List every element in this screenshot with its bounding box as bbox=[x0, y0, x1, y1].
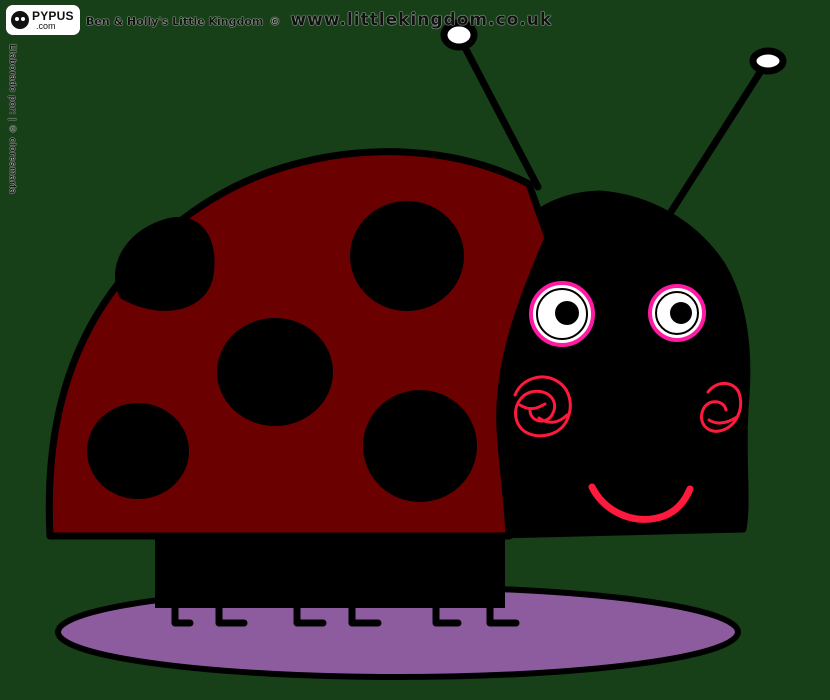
spot-top bbox=[350, 201, 464, 311]
logo-main-text: PYPUS bbox=[32, 8, 74, 23]
spot-middle bbox=[217, 318, 333, 426]
ladybug-illustration bbox=[0, 0, 830, 700]
left-eye-pupil bbox=[555, 301, 579, 325]
spot-bottom-left bbox=[87, 403, 189, 499]
url-text: www.littlekingdom.co.uk bbox=[290, 10, 553, 30]
credit-text: Ben & Holly's Little Kingdom bbox=[86, 14, 264, 28]
skull-icon bbox=[11, 11, 29, 29]
right-eye-pupil bbox=[670, 302, 692, 324]
logo-sub-text: .com bbox=[36, 20, 56, 31]
side-watermark-text: Elaborado por: | © cloresmarta bbox=[8, 44, 18, 195]
coloring-canvas: PYPUS .com Ben & Holly's Little Kingdom … bbox=[0, 0, 830, 700]
site-logo: PYPUS .com bbox=[6, 5, 80, 35]
copyright-symbol: © bbox=[269, 14, 281, 28]
right-antenna-tip bbox=[749, 47, 787, 75]
watermark-header: PYPUS .com Ben & Holly's Little Kingdom … bbox=[6, 4, 552, 36]
spot-bottom-right bbox=[363, 390, 477, 502]
logo-text: PYPUS .com bbox=[32, 10, 74, 31]
